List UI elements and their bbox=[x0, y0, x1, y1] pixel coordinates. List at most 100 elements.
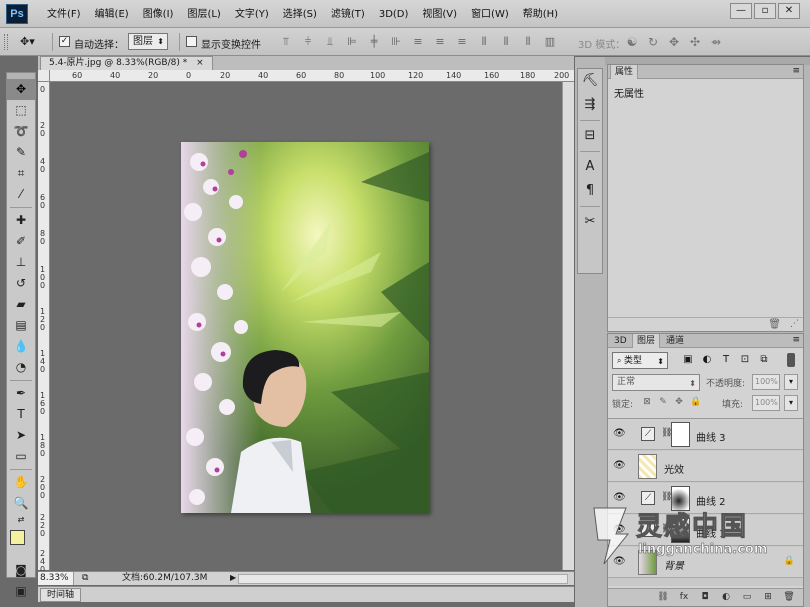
3d-rotate-icon[interactable]: ☯ bbox=[624, 35, 640, 49]
options-grip[interactable] bbox=[4, 34, 8, 50]
opacity-input[interactable]: 100% bbox=[752, 374, 780, 390]
vertical-ruler[interactable]: 0 2 0 4 0 6 0 8 0 1 0 0 1 2 0 1 4 0 1 6 … bbox=[38, 82, 50, 574]
timeline-tab[interactable]: 时间轴 bbox=[40, 588, 82, 602]
swap-colors-icon[interactable]: ⇄ bbox=[7, 514, 35, 526]
menu-image[interactable]: 图像(I) bbox=[136, 0, 181, 28]
eye-icon[interactable]: 👁 bbox=[613, 428, 626, 440]
delete-layer-icon[interactable]: 🗑 bbox=[783, 591, 795, 604]
move-tool-preset-icon[interactable]: ✥▾ bbox=[20, 35, 35, 48]
eraser-tool-icon[interactable]: ▰ bbox=[7, 294, 35, 315]
add-mask-icon[interactable]: ◘ bbox=[699, 591, 711, 604]
menu-type[interactable]: 文字(Y) bbox=[228, 0, 276, 28]
eye-icon[interactable]: 👁 bbox=[613, 460, 626, 472]
filter-toggle[interactable] bbox=[787, 353, 795, 367]
restore-button[interactable]: ▫ bbox=[754, 3, 776, 19]
distribute-vcenter-icon[interactable]: ≡ bbox=[432, 35, 448, 49]
new-group-icon[interactable]: ▭ bbox=[741, 591, 753, 604]
actions-panel-icon[interactable]: ⊟ bbox=[578, 124, 602, 148]
menu-window[interactable]: 窗口(W) bbox=[464, 0, 516, 28]
tab-3d[interactable]: 3D bbox=[610, 334, 631, 348]
fill-input[interactable]: 100% bbox=[752, 395, 780, 411]
path-select-tool-icon[interactable]: ➤ bbox=[7, 425, 35, 446]
status-export-icon[interactable]: ⧉ bbox=[82, 573, 88, 583]
align-bottom-icon[interactable]: ⫫ bbox=[322, 35, 338, 49]
tab-properties[interactable]: 属性 bbox=[610, 65, 639, 79]
menu-filter[interactable]: 滤镜(T) bbox=[324, 0, 372, 28]
history-brush-tool-icon[interactable]: ↺ bbox=[7, 273, 35, 294]
layer-curves-3[interactable]: 👁 ⟋ ⛓ 曲线 3 bbox=[608, 419, 803, 450]
layer-kind-dropdown[interactable]: ⌕ 类型 bbox=[612, 352, 668, 369]
new-adjustment-icon[interactable]: ◐ bbox=[720, 591, 732, 604]
filter-type-icon[interactable]: T bbox=[720, 353, 732, 367]
resize-grip-icon[interactable]: ⋰ bbox=[790, 319, 799, 329]
distribute-bottom-icon[interactable]: ≡ bbox=[454, 35, 470, 49]
3d-scale-icon[interactable]: ⇴ bbox=[708, 35, 724, 49]
paragraph-panel-icon[interactable]: ¶ bbox=[578, 179, 602, 203]
move-tool-icon[interactable]: ✥ bbox=[7, 79, 35, 100]
layer-mask-thumbnail[interactable] bbox=[671, 422, 690, 447]
align-left-icon[interactable]: ⊫ bbox=[344, 35, 360, 49]
menu-3d[interactable]: 3D(D) bbox=[372, 0, 416, 28]
brush-tool-icon[interactable]: ✐ bbox=[7, 231, 35, 252]
opacity-slider-toggle[interactable]: ▾ bbox=[784, 374, 798, 390]
marquee-tool-icon[interactable]: ⬚ bbox=[7, 100, 35, 121]
healing-brush-tool-icon[interactable]: ✚ bbox=[7, 210, 35, 231]
zoom-tool-icon[interactable]: 🔍 bbox=[7, 493, 35, 514]
character-panel-icon[interactable]: A bbox=[578, 155, 602, 179]
layer-style-icon[interactable]: fx bbox=[678, 591, 690, 604]
trash-icon[interactable]: 🗑 bbox=[768, 319, 781, 330]
clone-stamp-tool-icon[interactable]: ⊥ bbox=[7, 252, 35, 273]
adjustments-panel-icon[interactable]: ⇶ bbox=[578, 93, 602, 117]
zoom-level[interactable]: 8.33% bbox=[38, 572, 74, 585]
tool-presets-panel-icon[interactable]: ✂ bbox=[578, 210, 602, 234]
ruler-origin[interactable] bbox=[38, 70, 50, 82]
quick-select-tool-icon[interactable]: ✎ bbox=[7, 142, 35, 163]
blend-mode-dropdown[interactable]: 正常 bbox=[612, 374, 700, 391]
menu-file[interactable]: 文件(F) bbox=[40, 0, 88, 28]
vertical-scrollbar[interactable] bbox=[562, 82, 574, 570]
screen-mode-icon[interactable]: ▣ bbox=[7, 581, 35, 602]
close-button[interactable]: ✕ bbox=[778, 3, 800, 19]
layer-light-effect[interactable]: 👁 光效 bbox=[608, 451, 803, 482]
auto-select-checkbox[interactable]: ✓ bbox=[59, 36, 70, 47]
distribute-right-icon[interactable]: ⦀ bbox=[520, 35, 536, 49]
dodge-tool-icon[interactable]: ◔ bbox=[7, 357, 35, 378]
pen-tool-icon[interactable]: ✒ bbox=[7, 383, 35, 404]
lock-transparency-icon[interactable]: ⊠ bbox=[642, 396, 652, 408]
horizontal-ruler[interactable]: 60 40 20 0 20 40 60 80 100 120 140 160 1… bbox=[50, 70, 574, 82]
filter-smart-object-icon[interactable]: ⧉ bbox=[758, 353, 770, 367]
menu-edit[interactable]: 编辑(E) bbox=[88, 0, 136, 28]
crop-tool-icon[interactable]: ⌗ bbox=[7, 163, 35, 184]
status-menu-arrow-icon[interactable]: ▶ bbox=[230, 573, 236, 582]
align-top-icon[interactable]: ⫪ bbox=[278, 35, 294, 49]
align-vcenter-icon[interactable]: ⫩ bbox=[300, 35, 316, 49]
3d-roll-icon[interactable]: ↻ bbox=[645, 35, 661, 49]
tab-layers[interactable]: 图层 bbox=[632, 334, 661, 348]
document-tab-close-icon[interactable]: × bbox=[196, 58, 204, 68]
panel-menu-icon[interactable]: ≡ bbox=[792, 335, 800, 345]
blur-tool-icon[interactable]: 💧 bbox=[7, 336, 35, 357]
link-layers-icon[interactable]: ⛓ bbox=[657, 591, 669, 604]
gradient-tool-icon[interactable]: ▤ bbox=[7, 315, 35, 336]
shape-tool-icon[interactable]: ▭ bbox=[7, 446, 35, 467]
horizontal-scrollbar[interactable] bbox=[238, 574, 568, 584]
menu-help[interactable]: 帮助(H) bbox=[516, 0, 565, 28]
menu-view[interactable]: 视图(V) bbox=[415, 0, 464, 28]
3d-pan-icon[interactable]: ✥ bbox=[666, 35, 682, 49]
distribute-top-icon[interactable]: ≡ bbox=[410, 35, 426, 49]
menu-layer[interactable]: 图层(L) bbox=[180, 0, 227, 28]
foreground-color-swatch[interactable] bbox=[10, 530, 25, 545]
minimize-button[interactable]: — bbox=[730, 3, 752, 19]
eyedropper-tool-icon[interactable]: ⁄ bbox=[7, 184, 35, 205]
lock-all-icon[interactable]: 🔒 bbox=[690, 396, 701, 408]
lock-pixels-icon[interactable]: ✎ bbox=[658, 396, 668, 408]
type-tool-icon[interactable]: T bbox=[7, 404, 35, 425]
auto-align-icon[interactable]: ▥ bbox=[542, 35, 558, 49]
hand-tool-icon[interactable]: ✋ bbox=[7, 472, 35, 493]
show-transform-checkbox[interactable] bbox=[186, 36, 197, 47]
distribute-hcenter-icon[interactable]: ⦀ bbox=[498, 35, 514, 49]
lasso-tool-icon[interactable]: ➰ bbox=[7, 121, 35, 142]
tab-channels[interactable]: 通道 bbox=[662, 334, 688, 348]
quick-mask-icon[interactable]: ◙ bbox=[7, 560, 35, 581]
fill-slider-toggle[interactable]: ▾ bbox=[784, 395, 798, 411]
